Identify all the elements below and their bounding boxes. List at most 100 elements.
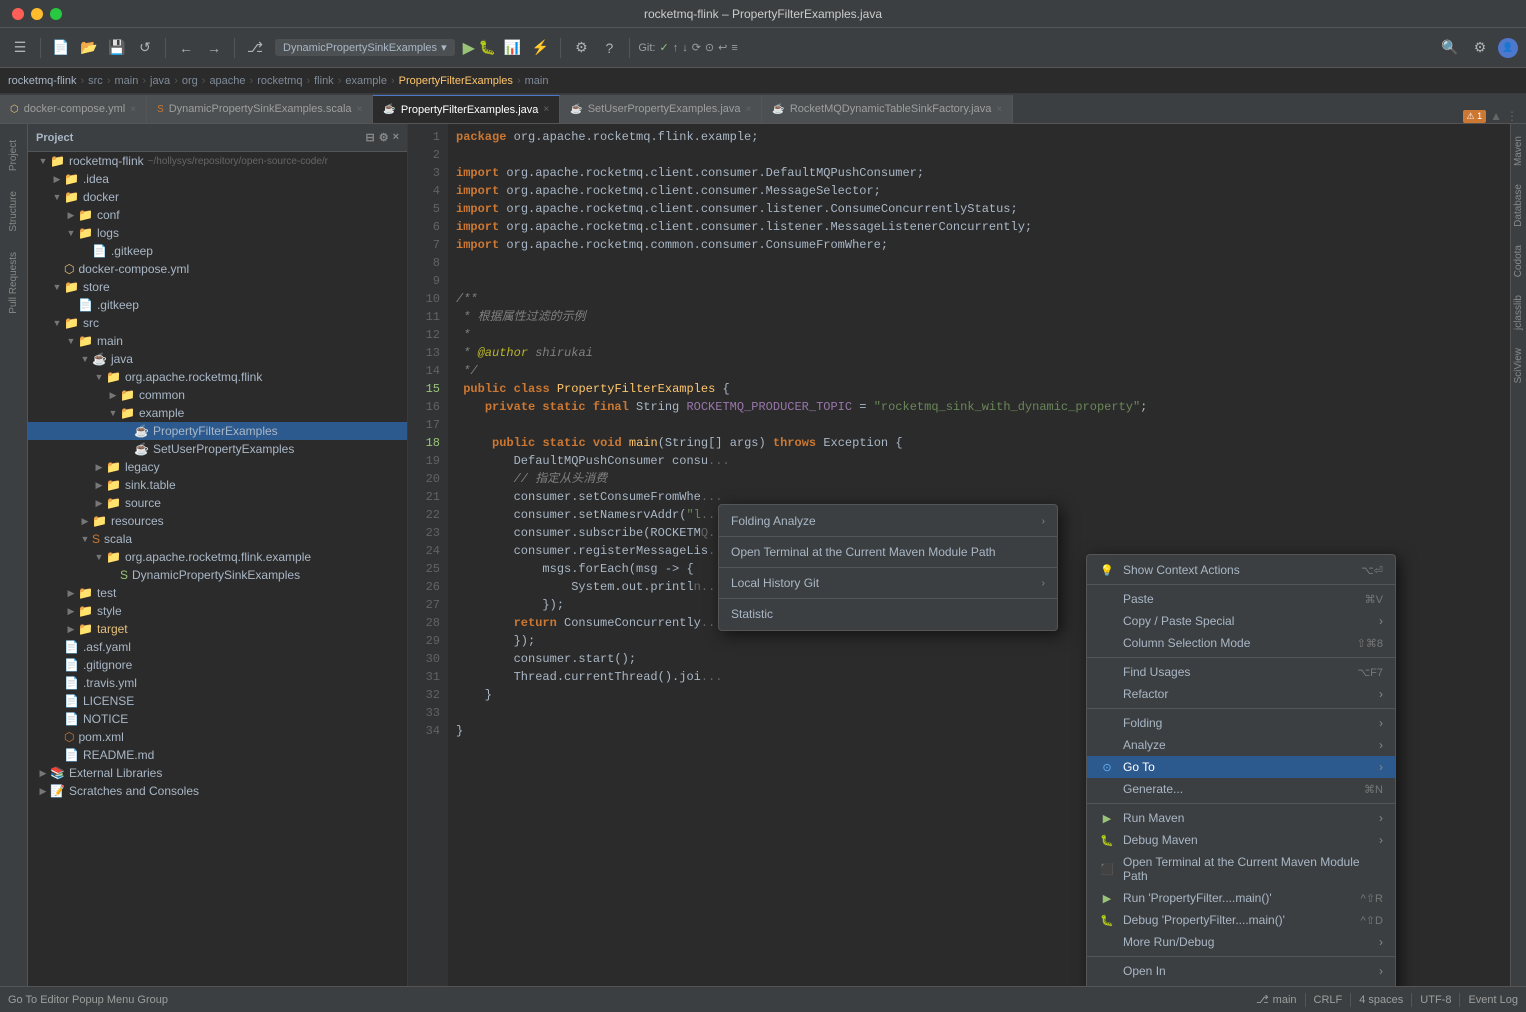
cm-folding[interactable]: Folding ›	[1087, 712, 1395, 734]
vcs-icon[interactable]: ⎇	[243, 36, 267, 60]
cm-run-property[interactable]: ▶ Run 'PropertyFilter....main()' ^⇧R	[1087, 887, 1395, 909]
open-file-icon[interactable]: 📂	[77, 36, 101, 60]
tree-source[interactable]: ▶ 📁 source	[28, 494, 407, 512]
cm-goto[interactable]: ⊙ Go To ›	[1087, 756, 1395, 778]
tree-resources[interactable]: ▶ 📁 resources	[28, 512, 407, 530]
tab-table-sink[interactable]: ☕ RocketMQDynamicTableSinkFactory.java ×	[762, 95, 1013, 123]
git-rollback-icon[interactable]: ↩	[718, 41, 727, 54]
help-icon[interactable]: ?	[597, 36, 621, 60]
tree-logs[interactable]: ▼ 📁 logs	[28, 224, 407, 242]
right-panel-maven[interactable]: Maven	[1511, 128, 1526, 174]
more-tabs-icon[interactable]: ⋮	[1506, 109, 1518, 123]
back-icon[interactable]: ←	[174, 36, 198, 60]
tab-setuser[interactable]: ☕ SetUserPropertyExamples.java ×	[560, 95, 762, 123]
cm-more-run-debug[interactable]: More Run/Debug ›	[1087, 931, 1395, 953]
tab-close-3[interactable]: ×	[746, 104, 752, 115]
tree-asf-yaml[interactable]: 📄 .asf.yaml	[28, 638, 407, 656]
refresh-icon[interactable]: ↺	[133, 36, 157, 60]
tree-org-flink-example[interactable]: ▼ 📁 org.apache.rocketmq.flink.example	[28, 548, 407, 566]
cm-paste[interactable]: Paste ⌘V	[1087, 588, 1395, 610]
save-all-icon[interactable]: 💾	[105, 36, 129, 60]
debug-button[interactable]: 🐛	[479, 39, 496, 56]
tree-test[interactable]: ▶ 📁 test	[28, 584, 407, 602]
status-line-col[interactable]: CRLF	[1314, 993, 1343, 1007]
vtab-structure[interactable]: Structure	[4, 183, 23, 240]
maximize-button[interactable]	[50, 8, 62, 20]
cm-column-selection[interactable]: Column Selection Mode ⇧⌘8	[1087, 632, 1395, 654]
git-fetch-icon[interactable]: ⟳	[692, 41, 701, 54]
breadcrumb-item-6[interactable]: rocketmq	[257, 75, 302, 87]
status-indent[interactable]: 4 spaces	[1359, 993, 1403, 1007]
menu-icon[interactable]: ☰	[8, 36, 32, 60]
tab-close-4[interactable]: ×	[996, 104, 1002, 115]
right-panel-scview[interactable]: SciView	[1511, 340, 1526, 391]
submenu-local-history-git[interactable]: Local History Git ›	[719, 571, 1057, 595]
breadcrumb-item-10[interactable]: main	[525, 75, 549, 87]
status-git-branch[interactable]: ⎇ main	[1256, 993, 1297, 1007]
sidebar-close-icon[interactable]: ×	[393, 131, 399, 144]
cm-copy-paste-special[interactable]: Copy / Paste Special ›	[1087, 610, 1395, 632]
submenu-open-terminal[interactable]: Open Terminal at the Current Maven Modul…	[719, 540, 1057, 564]
tree-org-apache[interactable]: ▼ 📁 org.apache.rocketmq.flink	[28, 368, 407, 386]
cm-open-in[interactable]: Open In ›	[1087, 960, 1395, 982]
git-stash-icon[interactable]: ≡	[731, 42, 737, 54]
tree-external-libs[interactable]: ▶ 📚 External Libraries	[28, 764, 407, 782]
breadcrumb-item-2[interactable]: main	[114, 75, 138, 87]
tree-docker-compose[interactable]: ⬡ docker-compose.yml	[28, 260, 407, 278]
cm-scala-repl[interactable]: Scala REPL... ⇧⌘D	[1087, 982, 1395, 986]
tree-store[interactable]: ▼ 📁 store	[28, 278, 407, 296]
tree-src[interactable]: ▼ 📁 src	[28, 314, 407, 332]
tree-scratches[interactable]: ▶ 📝 Scratches and Consoles	[28, 782, 407, 800]
tree-gitkeep1[interactable]: 📄 .gitkeep	[28, 242, 407, 260]
tree-conf[interactable]: ▶ 📁 conf	[28, 206, 407, 224]
right-panel-jclasslib[interactable]: jclasslib	[1511, 287, 1526, 338]
tree-setuser-file[interactable]: ☕ SetUserPropertyExamples	[28, 440, 407, 458]
cm-show-context-actions[interactable]: 💡 Show Context Actions ⌥⏎	[1087, 559, 1395, 581]
tree-readme[interactable]: 📄 README.md	[28, 746, 407, 764]
run-button[interactable]: ▶	[463, 38, 475, 58]
tab-docker-compose[interactable]: ⬡ docker-compose.yml ×	[0, 95, 147, 123]
tree-style[interactable]: ▶ 📁 style	[28, 602, 407, 620]
tree-property-filter-file[interactable]: ☕ PropertyFilterExamples	[28, 422, 407, 440]
tree-main[interactable]: ▼ 📁 main	[28, 332, 407, 350]
tree-idea[interactable]: ▶ 📁 .idea	[28, 170, 407, 188]
right-panel-codota[interactable]: Codota	[1511, 237, 1526, 285]
breadcrumb-item-3[interactable]: java	[150, 75, 170, 87]
cm-refactor[interactable]: Refactor ›	[1087, 683, 1395, 705]
status-encoding[interactable]: UTF-8	[1420, 993, 1451, 1007]
submenu-statistic[interactable]: Statistic	[719, 602, 1057, 626]
tree-legacy[interactable]: ▶ 📁 legacy	[28, 458, 407, 476]
tree-gitkeep2[interactable]: 📄 .gitkeep	[28, 296, 407, 314]
tree-travis[interactable]: 📄 .travis.yml	[28, 674, 407, 692]
search-everywhere-icon[interactable]: 🔍	[1438, 36, 1462, 60]
breadcrumb-item-4[interactable]: org	[182, 75, 198, 87]
run-config-selector[interactable]: DynamicPropertySinkExamples ▾	[275, 39, 455, 56]
tree-root[interactable]: ▼ 📁 rocketmq-flink ~/hollysys/repository…	[28, 152, 407, 170]
git-push-icon[interactable]: ↑	[673, 42, 679, 54]
window-controls[interactable]	[12, 8, 62, 20]
tree-dynamic-sink-scala[interactable]: S DynamicPropertySinkExamples	[28, 566, 407, 584]
profile-icon[interactable]: ⚡	[528, 36, 552, 60]
vtab-pull-requests[interactable]: Pull Requests	[4, 244, 23, 322]
breadcrumb-item-0[interactable]: rocketmq-flink	[8, 75, 76, 87]
sidebar-settings-icon[interactable]: ⚙	[379, 131, 389, 144]
cm-open-terminal[interactable]: ⬛ Open Terminal at the Current Maven Mod…	[1087, 851, 1395, 887]
cm-run-maven[interactable]: ▶ Run Maven ›	[1087, 807, 1395, 829]
submenu-folding-analyze[interactable]: Folding Analyze ›	[719, 509, 1057, 533]
tree-docker[interactable]: ▼ 📁 docker	[28, 188, 407, 206]
breadcrumb-item-8[interactable]: example	[345, 75, 387, 87]
breadcrumb-item-5[interactable]: apache	[209, 75, 245, 87]
tab-close-2[interactable]: ×	[543, 104, 549, 115]
breadcrumb-item-1[interactable]: src	[88, 75, 103, 87]
tree-scala[interactable]: ▼ S scala	[28, 530, 407, 548]
tree-pom[interactable]: ⬡ pom.xml	[28, 728, 407, 746]
tab-property-filter[interactable]: ☕ PropertyFilterExamples.java ×	[373, 95, 560, 123]
tab-dynamic-sink[interactable]: S DynamicPropertySinkExamples.scala ×	[147, 95, 373, 123]
breadcrumb-item-9[interactable]: PropertyFilterExamples	[399, 75, 513, 87]
git-pull-icon[interactable]: ↓	[682, 42, 688, 54]
status-event-log[interactable]: Event Log	[1468, 993, 1518, 1007]
add-config-icon[interactable]: ⚙	[569, 36, 593, 60]
cm-debug-maven[interactable]: 🐛 Debug Maven ›	[1087, 829, 1395, 851]
close-button[interactable]	[12, 8, 24, 20]
minimize-button[interactable]	[31, 8, 43, 20]
